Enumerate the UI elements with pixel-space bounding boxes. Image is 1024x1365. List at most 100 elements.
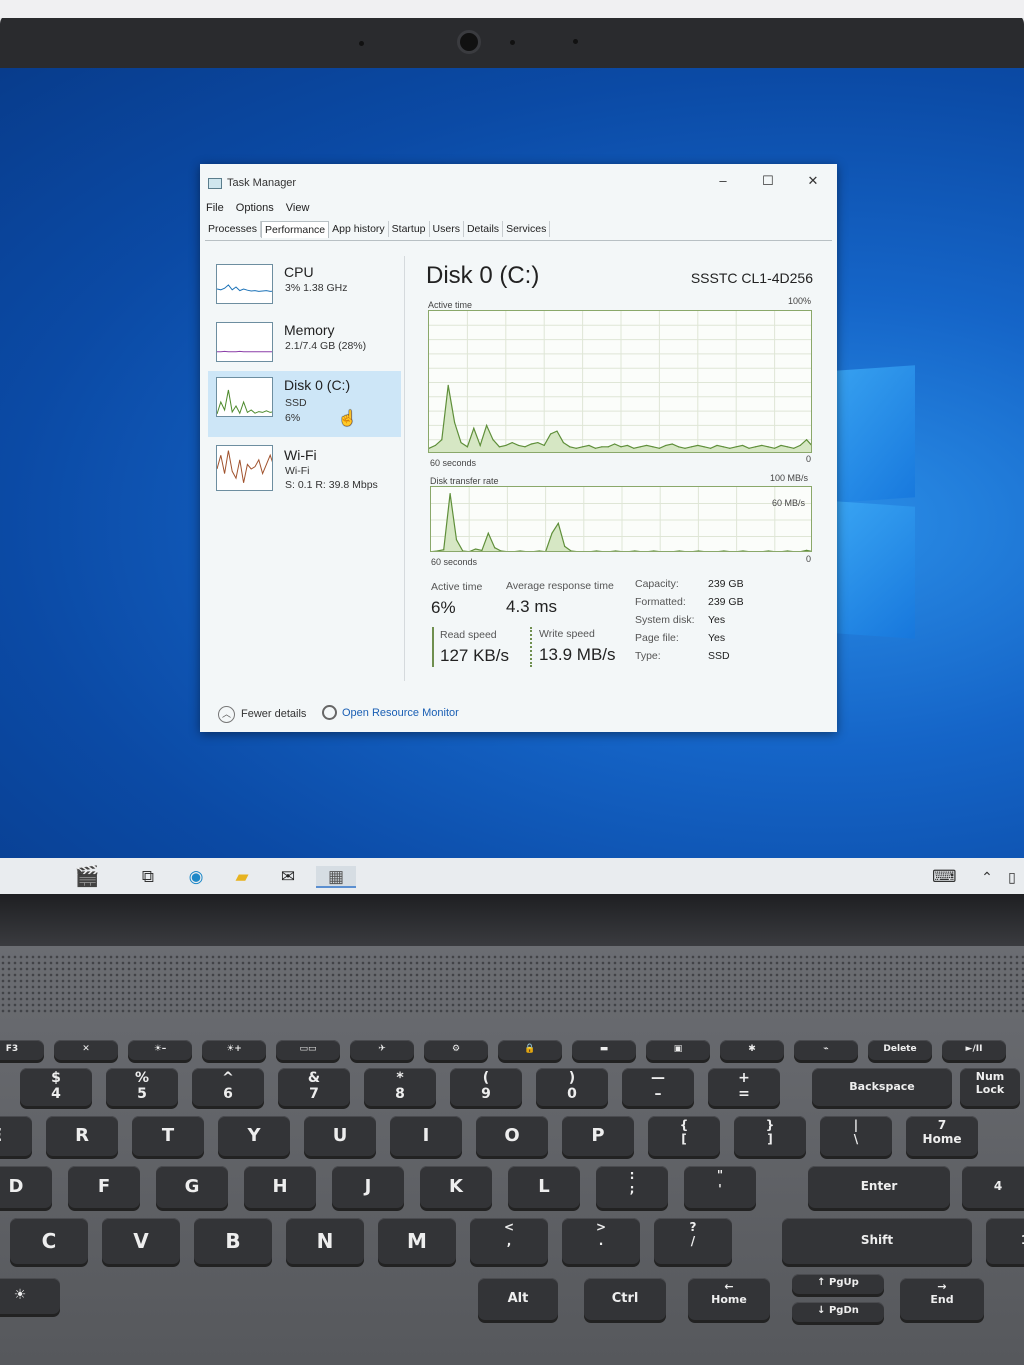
key[interactable]: <,: [470, 1218, 548, 1264]
tab-processes[interactable]: Processes: [205, 221, 262, 237]
close-button[interactable]: ✕: [798, 170, 828, 192]
fn-key[interactable]: ✕: [54, 1040, 118, 1060]
key[interactable]: M: [378, 1218, 456, 1264]
key[interactable]: G: [156, 1166, 228, 1208]
data-point: [575, 447, 577, 449]
task-manager-icon[interactable]: ▦: [316, 866, 356, 888]
fn-key[interactable]: 🔒: [498, 1040, 562, 1060]
fn-key[interactable]: ✈: [350, 1040, 414, 1060]
key[interactable]: C: [10, 1218, 88, 1264]
key-label: ↓ PgDn: [817, 1305, 859, 1316]
media-icon[interactable]: 🎬: [72, 866, 102, 888]
key[interactable]: K: [420, 1166, 492, 1208]
battery-icon[interactable]: ▯: [1000, 866, 1024, 888]
fn-key[interactable]: ☀+: [202, 1040, 266, 1060]
key[interactable]: B: [194, 1218, 272, 1264]
key[interactable]: 4: [962, 1166, 1024, 1208]
sidebar-item-cpu[interactable]: CPU 3% 1.38 GHz: [208, 258, 401, 321]
fewer-details-button[interactable]: Fewer details: [241, 708, 306, 720]
maximize-button[interactable]: ☐: [753, 170, 783, 192]
fn-key[interactable]: ►/II: [942, 1040, 1006, 1060]
key[interactable]: {[: [648, 1116, 720, 1156]
key[interactable]: $4: [20, 1068, 92, 1106]
key[interactable]: " ': [684, 1166, 756, 1208]
tab-performance[interactable]: Performance: [261, 221, 330, 238]
key[interactable]: * 8: [364, 1068, 436, 1106]
key[interactable]: P: [562, 1116, 634, 1156]
key[interactable]: Enter: [808, 1166, 950, 1208]
fn-key[interactable]: ☀–: [128, 1040, 192, 1060]
edge-icon[interactable]: ◉: [184, 866, 208, 888]
key[interactable]: J: [332, 1166, 404, 1208]
alt-key[interactable]: Alt: [478, 1278, 558, 1320]
key[interactable]: L: [508, 1166, 580, 1208]
fn-key[interactable]: F3: [0, 1040, 44, 1060]
fn-key[interactable]: ▣: [646, 1040, 710, 1060]
key[interactable]: }]: [734, 1116, 806, 1156]
fn-key[interactable]: Delete: [868, 1040, 932, 1060]
key[interactable]: F: [68, 1166, 140, 1208]
sidebar-item-wifi[interactable]: Wi-Fi Wi-Fi S: 0.1 R: 39.8 Mbps: [208, 441, 401, 509]
right-arrow-key[interactable]: → End: [900, 1278, 984, 1320]
keyboard-icon[interactable]: ⌨: [932, 866, 957, 888]
key[interactable]: + =: [708, 1068, 780, 1106]
key[interactable]: 1: [986, 1218, 1024, 1264]
fn-key[interactable]: ⚙: [424, 1040, 488, 1060]
explorer-icon[interactable]: ▰: [230, 866, 254, 888]
data-point: [761, 444, 763, 447]
key[interactable]: ) 0: [536, 1068, 608, 1106]
menu-options[interactable]: Options: [236, 202, 274, 214]
key[interactable]: % 5: [106, 1068, 178, 1106]
key[interactable]: R: [46, 1116, 118, 1156]
task-view-icon[interactable]: ⧉: [136, 866, 160, 888]
chevron-up-icon[interactable]: ⌃: [975, 866, 999, 888]
key[interactable]: E: [0, 1116, 32, 1156]
key[interactable]: U: [304, 1116, 376, 1156]
tab-app-history[interactable]: App history: [329, 221, 389, 237]
key[interactable]: I: [390, 1116, 462, 1156]
key[interactable]: 7 Home: [906, 1116, 978, 1156]
backlight-key[interactable]: ☀: [0, 1278, 60, 1314]
sidebar-item-memory[interactable]: Memory 2.1/7.4 GB (28%): [208, 316, 401, 379]
pgup-key[interactable]: ↑ PgUp: [792, 1274, 884, 1294]
tab-startup[interactable]: Startup: [389, 221, 430, 237]
chevron-up-icon[interactable]: ︿: [218, 706, 235, 723]
key[interactable]: — –: [622, 1068, 694, 1106]
key[interactable]: :;: [596, 1166, 668, 1208]
sidebar-item-disk[interactable]: Disk 0 (C:) SSD 6% ☝: [208, 371, 401, 437]
key[interactable]: H: [244, 1166, 316, 1208]
key[interactable]: T: [132, 1116, 204, 1156]
minimize-button[interactable]: –: [708, 170, 738, 192]
key[interactable]: Backspace: [812, 1068, 952, 1106]
key[interactable]: >.: [562, 1218, 640, 1264]
key[interactable]: (9: [450, 1068, 522, 1106]
task-manager-window[interactable]: Task Manager – ☐ ✕ File Options View Pro…: [200, 164, 837, 732]
key[interactable]: N: [286, 1218, 364, 1264]
key[interactable]: Num Lock: [960, 1068, 1020, 1106]
tab-details[interactable]: Details: [464, 221, 504, 237]
ctrl-key[interactable]: Ctrl: [584, 1278, 666, 1320]
mail-icon[interactable]: ✉: [276, 866, 300, 888]
key[interactable]: Shift: [782, 1218, 972, 1264]
key[interactable]: O: [476, 1116, 548, 1156]
open-resource-monitor-link[interactable]: Open Resource Monitor: [342, 707, 459, 719]
tab-users[interactable]: Users: [430, 221, 464, 237]
key[interactable]: ^ 6: [192, 1068, 264, 1106]
fn-key[interactable]: ⌁: [794, 1040, 858, 1060]
fn-key[interactable]: ▬: [572, 1040, 636, 1060]
tab-services[interactable]: Services: [503, 221, 551, 237]
pgdn-key[interactable]: ↓ PgDn: [792, 1302, 884, 1322]
fn-key[interactable]: ✱: [720, 1040, 784, 1060]
key[interactable]: | \: [820, 1116, 892, 1156]
resource-monitor-icon[interactable]: [322, 705, 337, 720]
left-arrow-key[interactable]: ← Home: [688, 1278, 770, 1320]
title-bar[interactable]: Task Manager – ☐ ✕: [200, 164, 837, 192]
key[interactable]: Y: [218, 1116, 290, 1156]
key[interactable]: D: [0, 1166, 52, 1208]
key[interactable]: V: [102, 1218, 180, 1264]
menu-view[interactable]: View: [286, 202, 310, 214]
key[interactable]: ? /: [654, 1218, 732, 1264]
menu-file[interactable]: File: [206, 202, 224, 214]
key[interactable]: & 7: [278, 1068, 350, 1106]
fn-key[interactable]: ▭▭: [276, 1040, 340, 1060]
